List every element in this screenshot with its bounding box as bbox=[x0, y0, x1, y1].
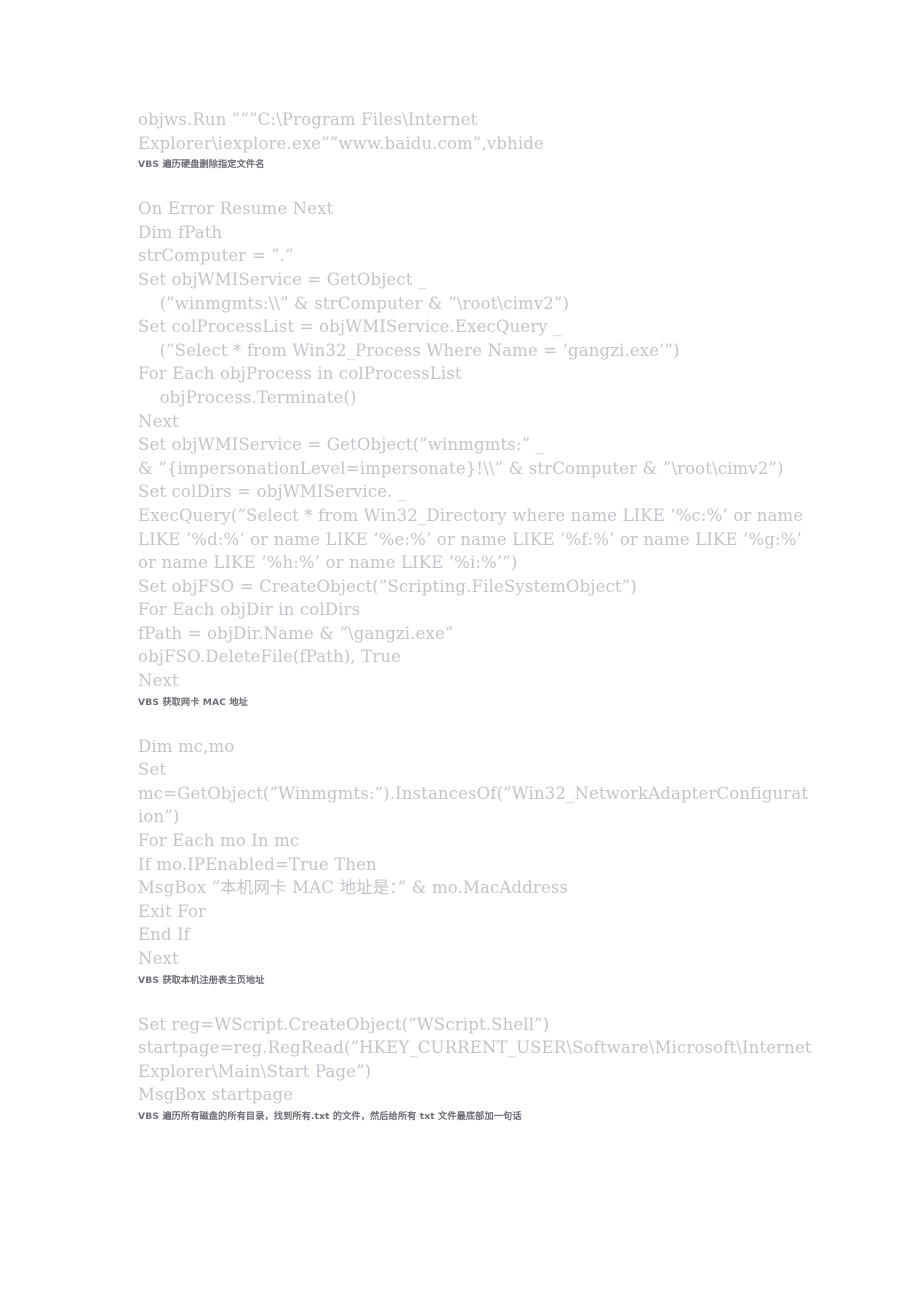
code-block-intro: objws.Run ”””C:\Program Files\Internet E… bbox=[138, 108, 898, 155]
code-line: Next bbox=[138, 411, 179, 431]
code-line: ion”) bbox=[138, 807, 180, 827]
code-line: objProcess.Terminate() bbox=[138, 387, 357, 407]
code-line: objws.Run ”””C:\Program Files\Internet bbox=[138, 110, 478, 129]
code-line: or name LIKE ’%h:%’ or name LIKE ’%i:%’”… bbox=[138, 553, 518, 573]
code-line: Set bbox=[138, 760, 167, 780]
section-heading-append-txt: VBS 遍历所有磁盘的所有目录，找到所有.txt 的文件，然后给所有 txt 文… bbox=[138, 1110, 522, 1122]
code-line: Next bbox=[138, 949, 179, 968]
code-line: Explorer\Main\Start Page”) bbox=[138, 1061, 372, 1081]
code-line: Set objWMIService = GetObject _ bbox=[138, 269, 427, 289]
code-line: For Each objDir in colDirs bbox=[138, 600, 361, 620]
code-line: Dim mc,mo bbox=[138, 736, 235, 756]
code-line: Set objWMIService = GetObject(”winmgmts:… bbox=[138, 435, 545, 455]
code-line: fPath = objDir.Name & ”\gangzi.exe” bbox=[138, 623, 454, 643]
code-line: MsgBox ”本机网卡 MAC 地址是：” & mo.MacAddress bbox=[138, 878, 569, 898]
code-line: Exit For bbox=[138, 901, 207, 921]
section-heading-registry-homepage: VBS 获取本机注册表主页地址 bbox=[138, 974, 265, 986]
document-content: objws.Run ”””C:\Program Files\Internet E… bbox=[138, 108, 898, 1124]
code-line: LIKE ’%d:%’ or name LIKE ’%e:%’ or name … bbox=[138, 529, 802, 549]
code-line: Set objFSO = CreateObject(”Scripting.Fil… bbox=[138, 576, 637, 596]
code-line: mc=GetObject(”Winmgmts:”).InstancesOf(”W… bbox=[138, 783, 809, 803]
code-line: End If bbox=[138, 925, 191, 945]
code-line: For Each mo In mc bbox=[138, 831, 300, 851]
code-line: (”Select * from Win32_Process Where Name… bbox=[138, 340, 680, 360]
code-line: Next bbox=[138, 671, 179, 691]
section-heading-mac-address: VBS 获取网卡 MAC 地址 bbox=[138, 696, 248, 708]
document-page: objws.Run ”””C:\Program Files\Internet E… bbox=[0, 0, 920, 1302]
code-line: objFSO.DeleteFile(fPath), True bbox=[138, 647, 402, 667]
code-line: Set reg=WScript.CreateObject(”WScript.Sh… bbox=[138, 1014, 550, 1034]
code-line: & ”{impersonationLevel=impersonate}!\\” … bbox=[138, 458, 784, 478]
code-block-mac-address: Dim mc,mo Set mc=GetObject(”Winmgmts:”).… bbox=[138, 735, 898, 971]
section-heading-delete-file: VBS 遍历硬盘删除指定文件名 bbox=[138, 159, 265, 171]
code-line: startpage=reg.RegRead(”HKEY_CURRENT_USER… bbox=[138, 1038, 812, 1058]
code-line: Set colProcessList = objWMIService.ExecQ… bbox=[138, 317, 562, 337]
code-line: strComputer = ”.” bbox=[138, 246, 294, 266]
code-line: On Error Resume Next bbox=[138, 199, 334, 219]
code-line: Explorer\iexplore.exe””www.baidu.com”,vb… bbox=[138, 133, 544, 153]
code-line: For Each objProcess in colProcessList bbox=[138, 364, 462, 384]
code-line: ExecQuery(”Select * from Win32_Directory… bbox=[138, 505, 804, 525]
code-line: (”winmgmts:\\” & strComputer & ”\root\ci… bbox=[138, 293, 570, 313]
code-line: MsgBox startpage bbox=[138, 1085, 294, 1105]
code-line: Set colDirs = objWMIService. _ bbox=[138, 482, 407, 502]
code-line: Dim fPath bbox=[138, 222, 223, 242]
code-line: If mo.IPEnabled=True Then bbox=[138, 854, 377, 874]
code-block-registry-homepage: Set reg=WScript.CreateObject(”WScript.Sh… bbox=[138, 1013, 898, 1107]
code-block-delete-file: On Error Resume Next Dim fPath strComput… bbox=[138, 197, 898, 692]
